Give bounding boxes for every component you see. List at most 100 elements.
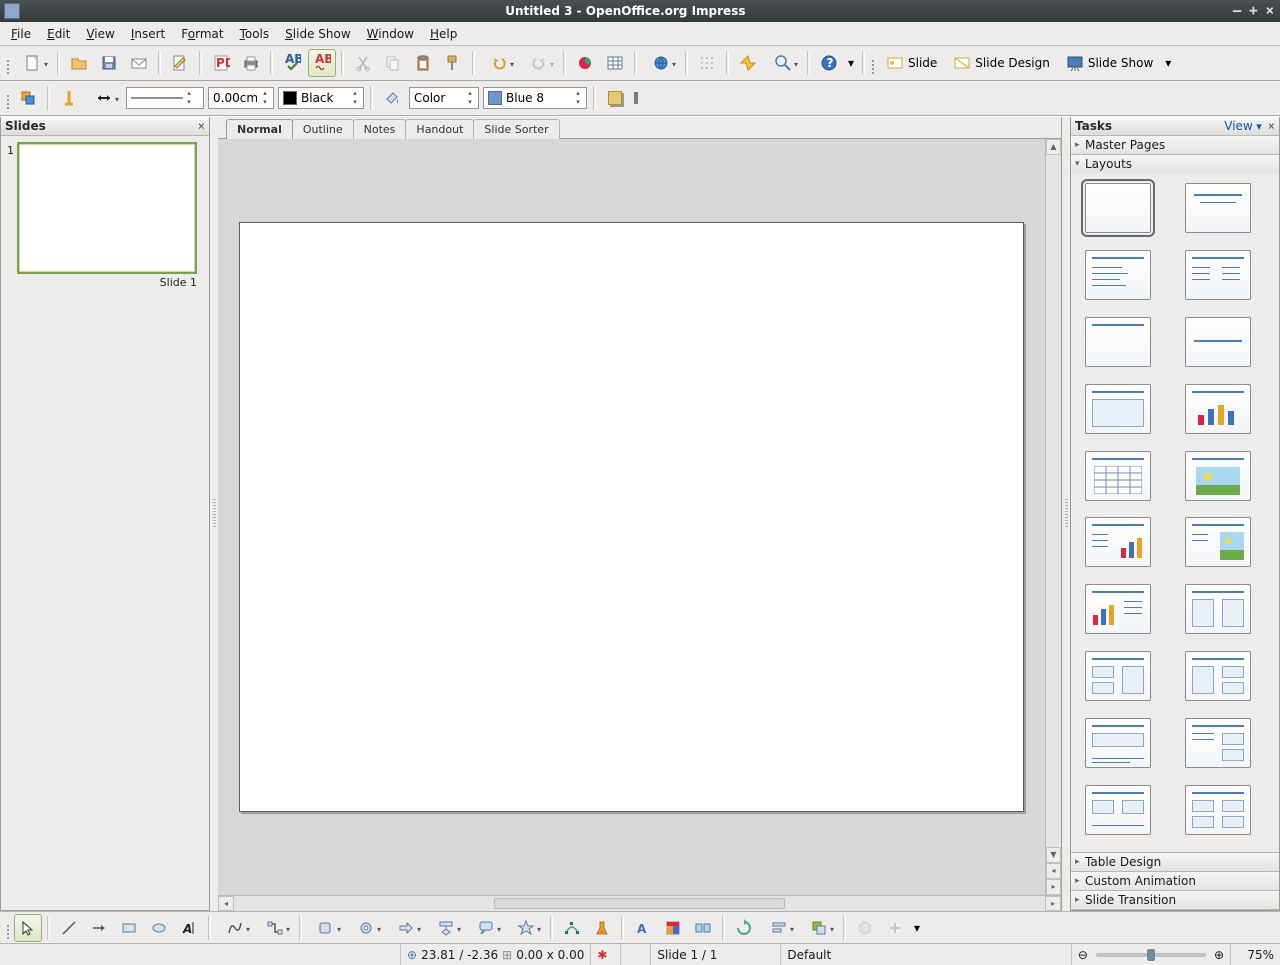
layout-title-table[interactable]	[1085, 451, 1151, 501]
layout-title-only[interactable]	[1085, 317, 1151, 367]
section-table-design[interactable]: ▸Table Design	[1071, 853, 1279, 871]
shadow-button[interactable]	[601, 84, 629, 112]
tab-notes[interactable]: Notes	[353, 119, 407, 139]
gallery-tool[interactable]	[689, 914, 717, 942]
new-button[interactable]	[14, 49, 52, 77]
arrange-button[interactable]	[14, 84, 42, 112]
text-tool[interactable]: A	[175, 914, 203, 942]
layout-title-content[interactable]	[1085, 250, 1151, 300]
line-width-combo[interactable]: 0.00cm▴▾	[208, 87, 274, 109]
edit-file-button[interactable]	[166, 49, 194, 77]
tab-handout[interactable]: Handout	[405, 119, 474, 139]
zoom-button[interactable]	[764, 49, 802, 77]
zoom-value[interactable]: 75%	[1230, 944, 1280, 965]
line-style-combo[interactable]: ▴▾	[126, 87, 204, 109]
close-button[interactable]: ×	[1266, 3, 1274, 19]
cut-button[interactable]	[349, 49, 377, 77]
zoom-slider[interactable]	[1096, 953, 1206, 957]
zoom-controls[interactable]: ⊖ ⊕	[1071, 944, 1230, 965]
zoom-in-icon[interactable]: ⊕	[1214, 948, 1224, 962]
layout-text-over-object[interactable]	[1185, 718, 1251, 768]
layout-object-over-text[interactable]	[1085, 718, 1151, 768]
arrow-style-button[interactable]	[85, 84, 123, 112]
rectangle-tool[interactable]	[115, 914, 143, 942]
layout-three-boxes-a[interactable]	[1085, 651, 1151, 701]
minimize-button[interactable]: —	[1233, 3, 1241, 19]
tasks-view-menu[interactable]: View ▾	[1224, 119, 1262, 133]
align-tool[interactable]	[760, 914, 798, 942]
email-button[interactable]	[125, 49, 153, 77]
ellipse-tool[interactable]	[145, 914, 173, 942]
flowchart-tool[interactable]	[427, 914, 465, 942]
connector-tool[interactable]	[256, 914, 294, 942]
toolbar-overflow-4[interactable]: ▾	[911, 914, 923, 942]
arrange-tool[interactable]	[800, 914, 838, 942]
format-paintbrush-button[interactable]	[439, 49, 467, 77]
line-color-combo[interactable]: Black▴▾	[278, 87, 364, 109]
toolbar-handle[interactable]	[4, 50, 11, 76]
paste-button[interactable]	[409, 49, 437, 77]
slide-button[interactable]: Slide	[879, 50, 944, 76]
toolbar-handle-3[interactable]	[4, 85, 11, 111]
arrow-tool[interactable]	[85, 914, 113, 942]
layout-four-a[interactable]	[1085, 785, 1151, 835]
tasks-panel-close[interactable]: ×	[1268, 119, 1275, 133]
canvas-viewport[interactable]	[218, 139, 1045, 895]
layout-title[interactable]	[1185, 183, 1251, 233]
tab-outline[interactable]: Outline	[292, 119, 354, 139]
autospellcheck-button[interactable]: ABC	[308, 49, 336, 77]
section-master-pages[interactable]: ▸Master Pages	[1071, 136, 1279, 154]
tab-normal[interactable]: Normal	[226, 119, 293, 139]
layout-text-image[interactable]	[1185, 517, 1251, 567]
slide-show-button[interactable]: Slide Show	[1059, 50, 1160, 76]
menu-tools[interactable]: Tools	[233, 25, 277, 43]
line-style-picker[interactable]	[55, 84, 83, 112]
layout-two-content[interactable]	[1185, 250, 1251, 300]
slide-thumbnail-1[interactable]	[17, 142, 197, 274]
slide-canvas[interactable]	[239, 222, 1024, 812]
layout-centered[interactable]	[1185, 317, 1251, 367]
toolbar-overflow-3[interactable]	[631, 84, 641, 112]
redo-button[interactable]	[520, 49, 558, 77]
table-button[interactable]	[601, 49, 629, 77]
select-tool[interactable]	[14, 914, 42, 942]
status-modified-icon[interactable]: ✱	[590, 944, 620, 965]
spellcheck-button[interactable]: ABC	[278, 49, 306, 77]
menu-edit[interactable]: Edit	[40, 25, 77, 43]
section-custom-animation[interactable]: ▸Custom Animation	[1071, 872, 1279, 890]
grid-button[interactable]	[693, 49, 721, 77]
maximize-button[interactable]: +	[1249, 3, 1257, 19]
layout-text-chart[interactable]	[1085, 517, 1151, 567]
basic-shapes-tool[interactable]	[307, 914, 345, 942]
rotate-tool[interactable]	[730, 914, 758, 942]
status-signature[interactable]	[620, 944, 650, 965]
chart-button[interactable]	[571, 49, 599, 77]
save-button[interactable]	[95, 49, 123, 77]
callouts-tool[interactable]	[467, 914, 505, 942]
splitter-right[interactable]	[1062, 117, 1070, 911]
layout-three-boxes-b[interactable]	[1185, 651, 1251, 701]
layout-four-b[interactable]	[1185, 785, 1251, 835]
curve-tool[interactable]	[216, 914, 254, 942]
block-arrows-tool[interactable]	[387, 914, 425, 942]
vertical-scrollbar[interactable]: ▲ ▼◂▸	[1045, 139, 1061, 895]
tab-slide-sorter[interactable]: Slide Sorter	[473, 119, 559, 139]
export-pdf-button[interactable]: PDF	[207, 49, 235, 77]
layout-title-object[interactable]	[1085, 384, 1151, 434]
layout-chart-text[interactable]	[1085, 584, 1151, 634]
status-style[interactable]: Default	[780, 944, 1071, 965]
fill-color-combo[interactable]: Blue 8▴▾	[483, 87, 587, 109]
menu-window[interactable]: Window	[360, 25, 421, 43]
status-slide[interactable]: Slide 1 / 1	[650, 944, 780, 965]
layout-blank[interactable]	[1085, 183, 1151, 233]
from-file-tool[interactable]	[659, 914, 687, 942]
layout-title-chart[interactable]	[1185, 384, 1251, 434]
interaction-tool[interactable]	[881, 914, 909, 942]
undo-button[interactable]	[480, 49, 518, 77]
toolbar-handle-4[interactable]	[4, 915, 11, 941]
splitter-left[interactable]	[210, 117, 218, 911]
help-button[interactable]: ?	[815, 49, 843, 77]
menu-format[interactable]: Format	[174, 25, 230, 43]
horizontal-scrollbar[interactable]: ◂▸	[218, 895, 1061, 911]
gluepoints-tool[interactable]	[588, 914, 616, 942]
